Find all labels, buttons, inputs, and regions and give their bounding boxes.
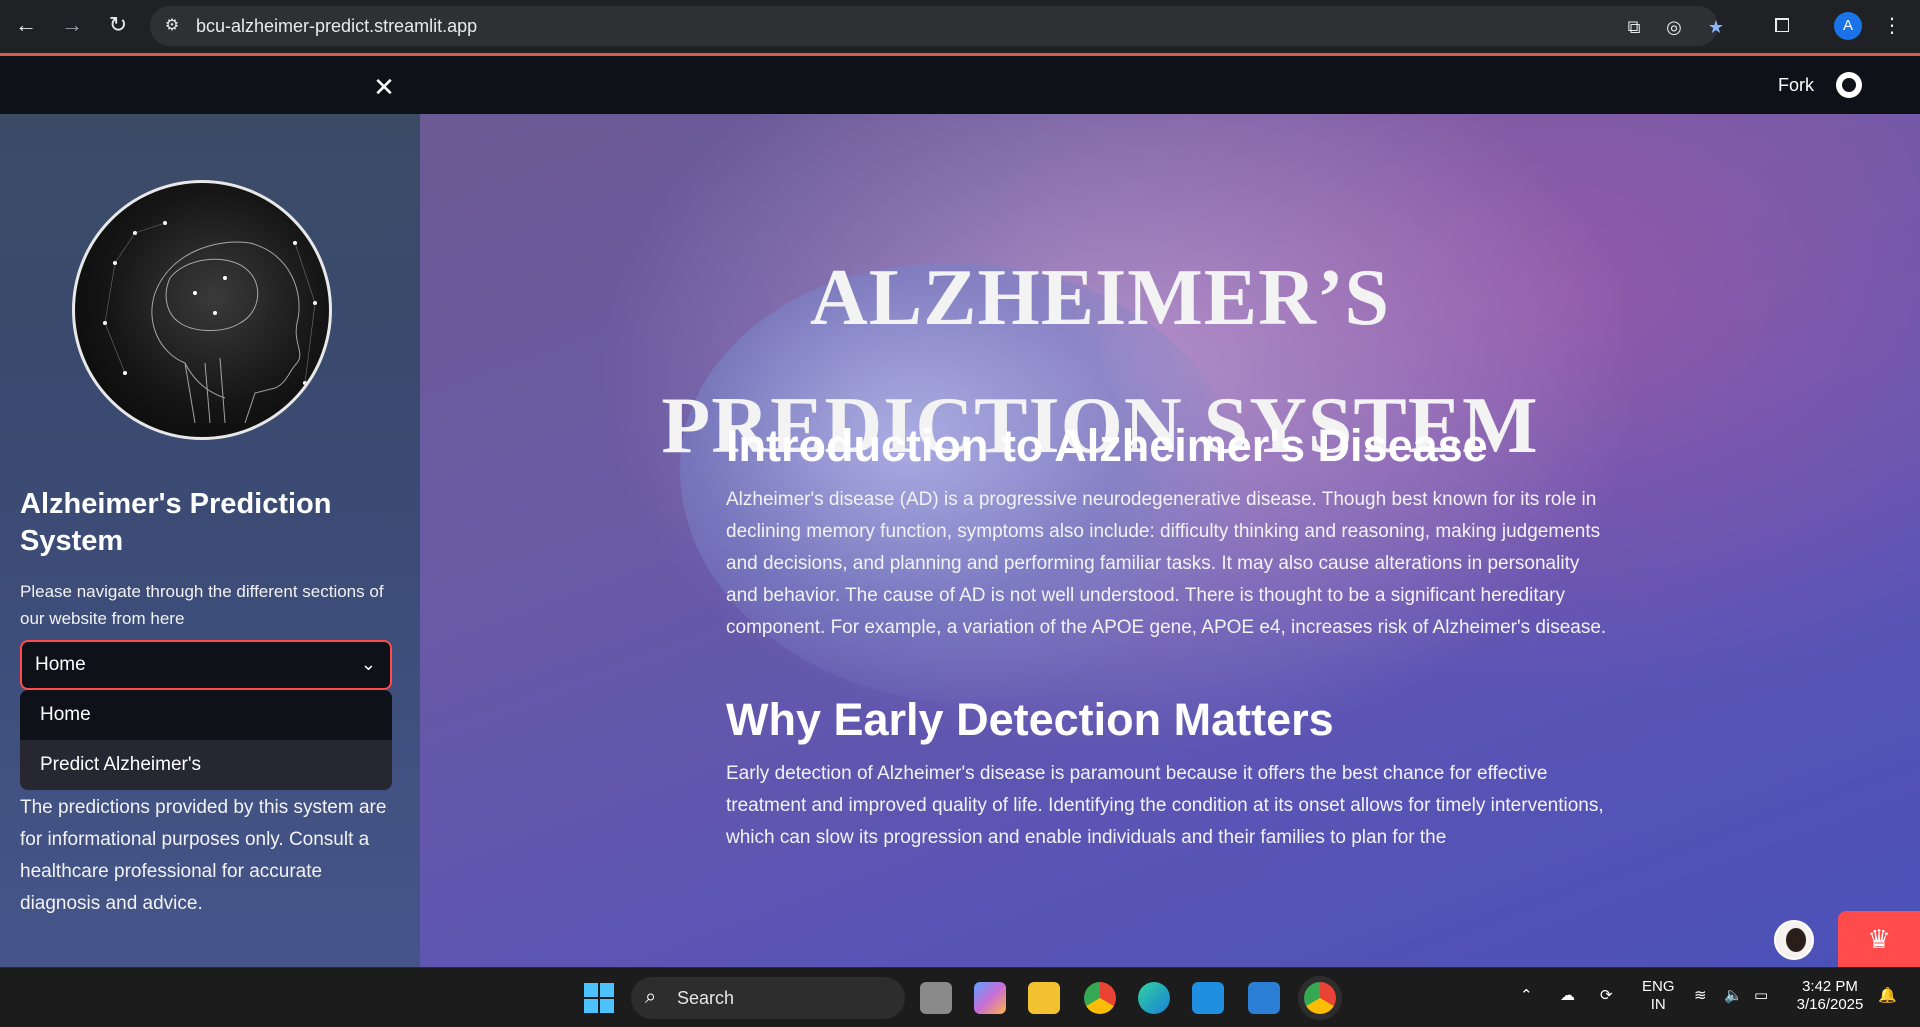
taskbar-search[interactable]: ⌕ Search: [631, 977, 905, 1019]
site-info-icon[interactable]: ⚙: [160, 14, 184, 38]
github-icon[interactable]: [1836, 72, 1862, 98]
app-header: ✕ Fork: [0, 59, 1920, 114]
sidebar-description: Please navigate through the different se…: [20, 582, 384, 628]
disclaimer-text: The predictions provided by this system …: [20, 797, 387, 914]
file-explorer-icon[interactable]: [1028, 982, 1060, 1014]
chevron-up-icon[interactable]: ⌃: [1520, 986, 1533, 1004]
wifi-icon[interactable]: ≋: [1694, 986, 1707, 1004]
search-icon: ⌕: [645, 986, 657, 1008]
address-bar[interactable]: ⚙ bcu-alzheimer-predict.streamlit.app ⧉ …: [150, 6, 1724, 46]
menu-kebab-icon[interactable]: ⋮: [1878, 12, 1906, 40]
option-home[interactable]: Home: [20, 690, 392, 740]
bookmark-star-icon[interactable]: ★: [1704, 15, 1728, 39]
edge-icon[interactable]: [1138, 982, 1170, 1014]
page-select[interactable]: Home ⌄: [20, 640, 392, 690]
vscode-icon[interactable]: [1248, 982, 1280, 1014]
section-text-early-detection: Early detection of Alzheimer's disease i…: [726, 763, 1604, 848]
notifications-icon[interactable]: 🔔: [1878, 986, 1897, 1004]
forward-icon[interactable]: →: [58, 11, 86, 39]
back-icon[interactable]: ←: [12, 11, 40, 39]
close-sidebar-icon[interactable]: ✕: [370, 73, 398, 101]
onedrive-icon[interactable]: ☁: [1560, 986, 1575, 1004]
fork-link[interactable]: Fork: [1778, 75, 1814, 96]
sync-icon[interactable]: ⟳: [1600, 986, 1613, 1004]
hero-line-1: ALZHEIMER’S: [810, 254, 1390, 342]
option-predict-alzheimers[interactable]: Predict Alzheimer's: [20, 740, 392, 790]
profile-avatar[interactable]: A: [1834, 12, 1862, 40]
chrome-profile-icon[interactable]: [1304, 982, 1336, 1014]
volume-muted-icon[interactable]: 🔈: [1724, 986, 1743, 1004]
battery-icon[interactable]: ▭: [1754, 986, 1768, 1004]
chrome-icon[interactable]: [1084, 982, 1116, 1014]
streamlit-crown-button[interactable]: ♛: [1838, 911, 1920, 967]
language-line-2: IN: [1650, 996, 1666, 1013]
windows-taskbar: ⌕ Search ⌃ ☁ ⟳ ENG IN ≋ 🔈 ▭ 3:42 PM 3/16…: [0, 967, 1920, 1027]
reload-icon[interactable]: ↻: [104, 11, 132, 39]
clock-time: 3:42 PM: [1802, 978, 1858, 995]
sidebar-title: Alzheimer's Prediction System: [20, 488, 332, 557]
main-content: ALZHEIMER’S PREDICTION SYSTEM Introducti…: [420, 114, 1920, 967]
install-app-icon[interactable]: ⧉: [1622, 15, 1646, 39]
clock[interactable]: 3:42 PM 3/16/2025: [1790, 978, 1870, 1014]
section-heading-intro: Introduction to Alzheimer's Disease: [726, 420, 1488, 471]
sidebar: Alzheimer's Prediction System Please nav…: [0, 114, 420, 967]
page-select-menu: Home Predict Alzheimer's: [20, 690, 392, 790]
section-text-intro: Alzheimer's disease (AD) is a progressiv…: [726, 489, 1607, 638]
page-select-value: Home: [35, 654, 86, 675]
eye-off-icon[interactable]: ◎: [1662, 15, 1686, 39]
chevron-down-icon[interactable]: ⌄: [361, 654, 376, 675]
clock-date: 3/16/2025: [1796, 996, 1864, 1013]
browser-toolbar: ← → ↻ ⚙ bcu-alzheimer-predict.streamlit.…: [0, 0, 1920, 56]
remote-app-icon[interactable]: [1192, 982, 1224, 1014]
brain-head-logo: [72, 180, 332, 440]
extensions-icon[interactable]: ⧠: [1768, 12, 1796, 40]
windows-start-icon[interactable]: [584, 983, 614, 1013]
taskbar-search-label: Search: [677, 988, 735, 1008]
url-text[interactable]: bcu-alzheimer-predict.streamlit.app: [196, 16, 477, 37]
section-heading-early-detection: Why Early Detection Matters: [726, 694, 1334, 745]
copilot-icon[interactable]: [974, 982, 1006, 1014]
language-line-1: ENG: [1642, 978, 1675, 995]
language-indicator[interactable]: ENG IN: [1642, 978, 1675, 1014]
task-view-icon[interactable]: [920, 982, 952, 1014]
creator-avatar[interactable]: [1774, 920, 1814, 960]
